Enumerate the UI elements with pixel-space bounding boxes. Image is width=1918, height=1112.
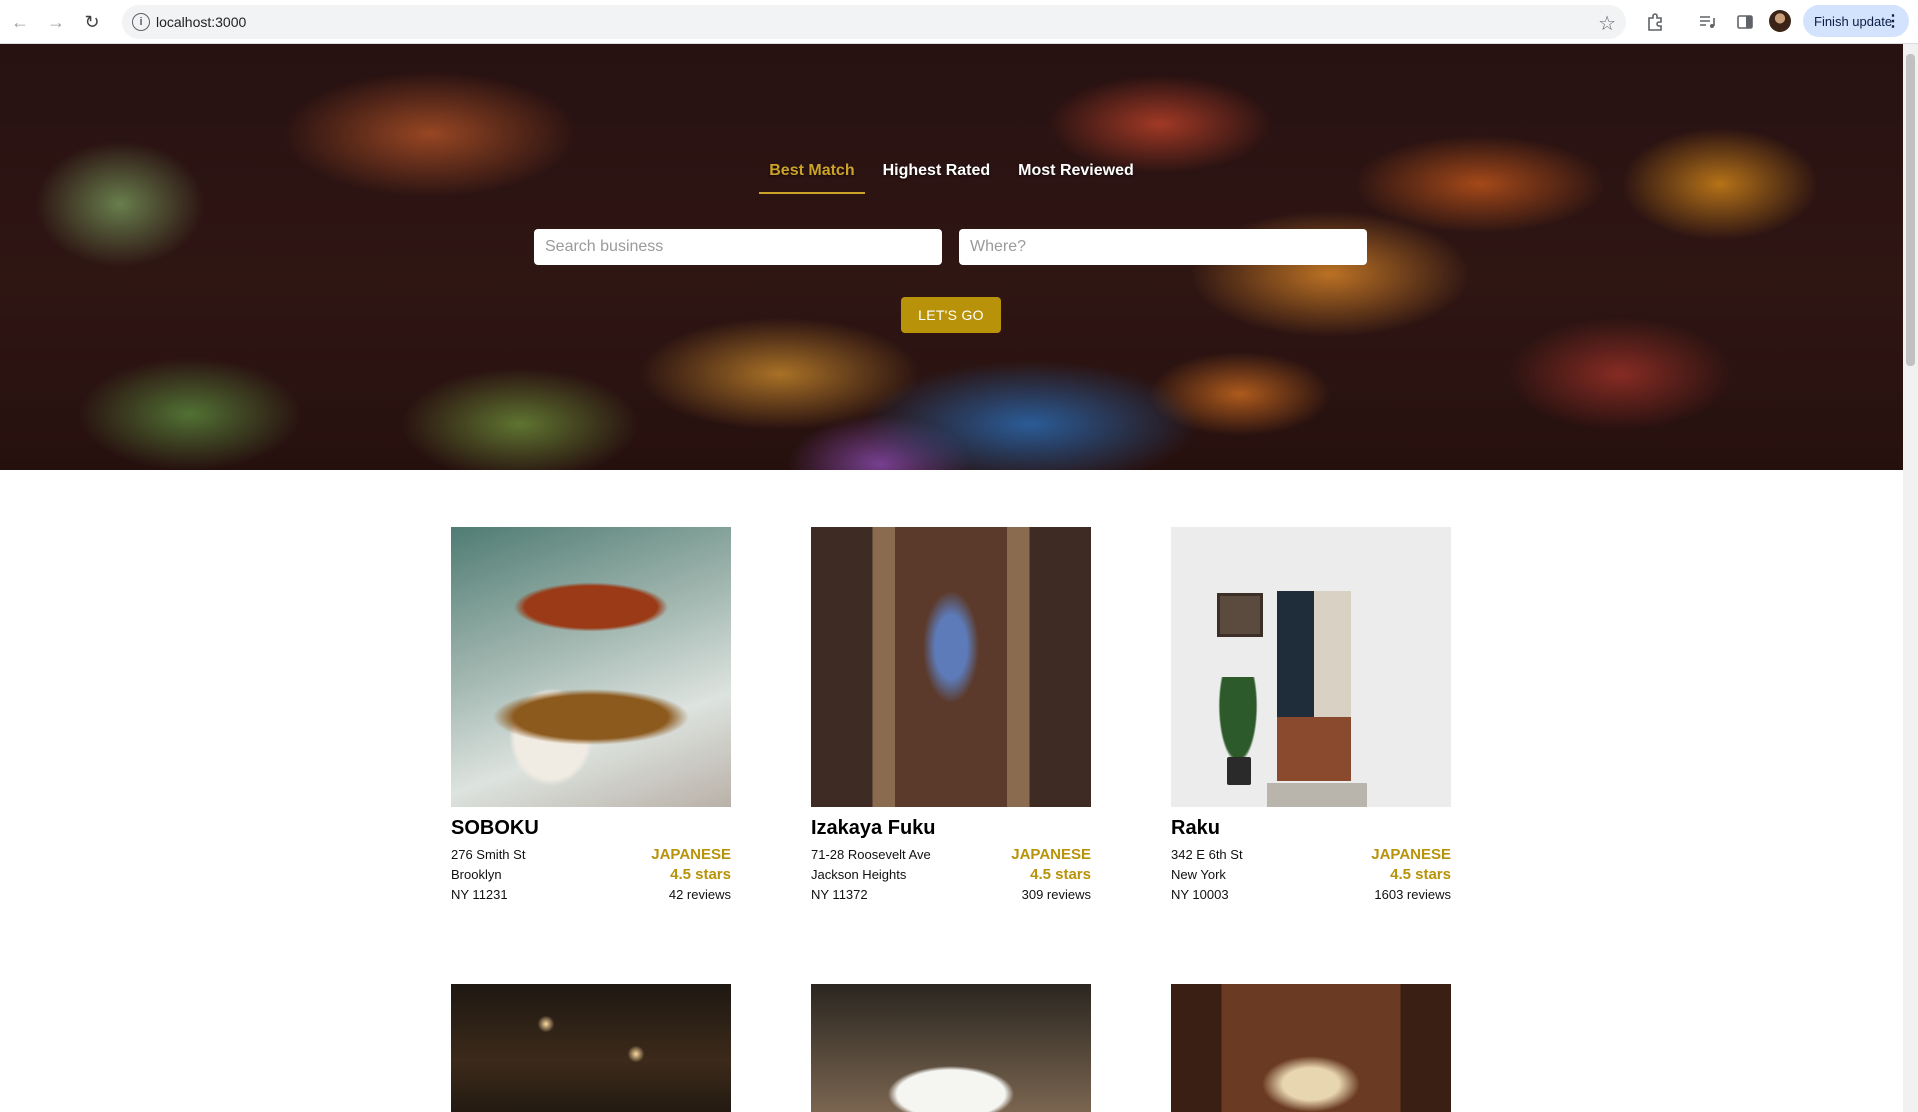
site-info-icon[interactable]: i	[132, 13, 150, 31]
business-name: SOBOKU	[451, 817, 539, 839]
business-name: Izakaya Fuku	[811, 817, 936, 839]
plant-pot	[1227, 757, 1251, 785]
sort-option-highest-rated[interactable]: Highest Rated	[873, 162, 1001, 194]
search-fields	[534, 229, 1368, 265]
business-card[interactable]: Raku 342 E 6th St New York NY 10003 JAPA…	[1171, 527, 1451, 905]
business-image[interactable]	[811, 984, 1091, 1112]
business-rating: 4.5 stars	[1030, 866, 1091, 883]
business-card[interactable]: SOBOKU 276 Smith St Brooklyn NY 11231 JA…	[451, 527, 731, 905]
review-count: 42 reviews	[668, 887, 731, 902]
sort-options: Best Match Highest Rated Most Reviewed	[0, 162, 1903, 194]
business-category: JAPANESE	[651, 846, 731, 863]
business-category: JAPANESE	[1011, 846, 1091, 863]
business-address: 342 E 6th St New York NY 10003	[1171, 845, 1243, 905]
business-card[interactable]	[811, 984, 1091, 1112]
state-zip: NY 10003	[1171, 887, 1229, 902]
review-count: 309 reviews	[1021, 887, 1091, 902]
lets-go-button[interactable]: LET'S GO	[901, 297, 1001, 333]
review-count: 1603 reviews	[1374, 887, 1451, 902]
finish-update-button[interactable]: Finish update ⋮	[1803, 5, 1909, 37]
city: Jackson Heights	[811, 867, 907, 882]
street-address: 276 Smith St	[451, 847, 526, 862]
sort-option-most-reviewed[interactable]: Most Reviewed	[1008, 162, 1144, 194]
business-search-input[interactable]	[534, 229, 942, 265]
state-zip: NY 11231	[451, 887, 508, 902]
extensions-icon[interactable]	[1643, 10, 1667, 34]
storefront-window	[1217, 593, 1263, 637]
storefront-door	[1277, 591, 1351, 781]
business-image[interactable]	[451, 527, 731, 807]
business-category: JAPANESE	[1371, 846, 1451, 863]
reload-icon[interactable]: ↻	[78, 8, 106, 36]
street-address: 342 E 6th St	[1171, 847, 1243, 862]
kebab-menu-icon[interactable]: ⋮	[1885, 11, 1901, 31]
entrance-step	[1267, 783, 1367, 807]
business-card[interactable]	[1171, 984, 1451, 1112]
media-queue-icon[interactable]	[1695, 10, 1719, 34]
city: Brooklyn	[451, 867, 502, 882]
scrollbar-thumb[interactable]	[1906, 54, 1915, 366]
business-rating: 4.5 stars	[670, 866, 731, 883]
page-scrollbar[interactable]	[1903, 44, 1918, 1112]
business-card[interactable]: Izakaya Fuku 71-28 Roosevelt Ave Jackson…	[811, 527, 1091, 905]
bookmark-star-icon[interactable]: ☆	[1598, 11, 1616, 36]
business-image[interactable]	[1171, 527, 1451, 807]
browser-toolbar: ← → ↻ i localhost:3000 ☆ Finish update ⋮	[0, 0, 1918, 44]
business-image[interactable]	[451, 984, 731, 1112]
business-card[interactable]	[451, 984, 731, 1112]
business-image[interactable]	[1171, 984, 1451, 1112]
state-zip: NY 11372	[811, 887, 868, 902]
business-address: 71-28 Roosevelt Ave Jackson Heights NY 1…	[811, 845, 931, 905]
side-panel-icon[interactable]	[1733, 10, 1757, 34]
location-input[interactable]	[959, 229, 1367, 265]
business-meta: JAPANESE 4.5 stars 309 reviews	[1011, 845, 1091, 905]
business-image[interactable]	[811, 527, 1091, 807]
finish-update-label: Finish update	[1814, 13, 1893, 29]
business-name: Raku	[1171, 817, 1220, 839]
profile-avatar[interactable]	[1769, 10, 1791, 32]
street-address: 71-28 Roosevelt Ave	[811, 847, 931, 862]
city: New York	[1171, 867, 1226, 882]
hero-banner: Best Match Highest Rated Most Reviewed L…	[0, 44, 1903, 470]
sort-option-best-match[interactable]: Best Match	[759, 162, 865, 194]
business-address: 276 Smith St Brooklyn NY 11231	[451, 845, 525, 905]
business-meta: JAPANESE 4.5 stars 1603 reviews	[1371, 845, 1451, 905]
business-meta: JAPANESE 4.5 stars 42 reviews	[651, 845, 731, 905]
address-bar[interactable]: i localhost:3000 ☆	[122, 5, 1626, 39]
url-text[interactable]: localhost:3000	[156, 14, 246, 30]
forward-icon[interactable]: →	[42, 8, 70, 36]
back-icon[interactable]: ←	[6, 8, 34, 36]
business-rating: 4.5 stars	[1390, 866, 1451, 883]
